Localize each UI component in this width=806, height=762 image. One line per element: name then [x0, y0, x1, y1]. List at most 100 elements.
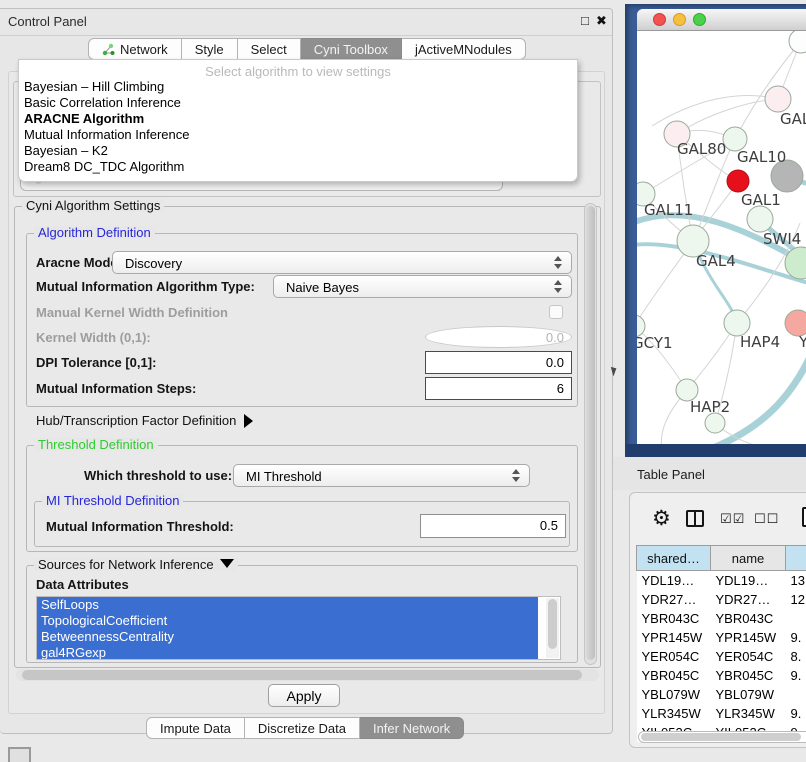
settings-vertical-scrollbar[interactable] — [584, 203, 597, 665]
table-cell: 12 — [786, 590, 806, 609]
network-graph[interactable]: GALGAL80GAL10GAL1GAL11SWI4GAL4GCY1HAP4YH… — [637, 31, 806, 445]
mi-type-combobox[interactable]: Naive Bayes — [273, 275, 572, 298]
node-label: HAP4 — [740, 333, 780, 351]
select-all-checkboxes-icon[interactable]: ☑☑ — [720, 511, 745, 527]
tab-jactivemnodules[interactable]: jActiveMNodules — [402, 38, 526, 60]
kernel-width-field[interactable]: 0.0 — [425, 326, 572, 348]
table-row[interactable]: YBL079WYBL079W — [637, 685, 806, 704]
table-cell — [786, 609, 806, 628]
table-cell: YDR27… — [711, 590, 786, 609]
mi-steps-label: Mutual Information Steps: — [36, 381, 196, 396]
table-row[interactable]: YLR345WYLR345W9. — [637, 704, 806, 723]
bottom-tab-impute-data[interactable]: Impute Data — [146, 717, 245, 739]
network-edge[interactable] — [677, 99, 778, 134]
attribute-item[interactable]: SelfLoops — [37, 597, 538, 613]
settings-vertical-thumb[interactable] — [586, 206, 595, 660]
screen: Control Panel □ ✖ gal-filtered sif defau… — [0, 0, 806, 762]
gear-icon[interactable]: ⚙ — [652, 508, 671, 529]
table-row[interactable]: YDR27…YDR27…12 — [637, 590, 806, 609]
sources-title[interactable]: Sources for Network Inference — [34, 558, 238, 571]
data-attributes-list[interactable]: SelfLoopsTopologicalCoefficientBetweenne… — [36, 596, 561, 660]
control-panel-tabs: NetworkStyleSelectCyni ToolboxjActiveMNo… — [88, 38, 526, 60]
dpi-tolerance-field[interactable]: 0.0 — [425, 351, 572, 374]
deselect-all-checkboxes-icon[interactable]: ☐☐ — [754, 511, 779, 527]
algorithm-dropdown-popup: Select algorithm to view settings Bayesi… — [18, 59, 578, 182]
mi-threshold-label: Mutual Information Threshold: — [46, 519, 234, 534]
dpi-tolerance-value: 0.0 — [546, 355, 564, 370]
table-scrollbar-thumb[interactable] — [641, 733, 801, 741]
tab-network[interactable]: Network — [88, 38, 182, 60]
bottom-tab-infer-network[interactable]: Infer Network — [360, 717, 464, 739]
which-threshold-value: MI Threshold — [246, 469, 322, 484]
table-row[interactable]: YER054CYER054C8. — [637, 647, 806, 666]
aracne-mode-combobox[interactable]: Discovery — [112, 251, 572, 274]
table-horizontal-scrollbar[interactable] — [638, 731, 806, 743]
table-row[interactable]: YPR145WYPR145W9. — [637, 628, 806, 647]
manual-kernel-checkbox[interactable] — [549, 305, 563, 319]
network-node[interactable] — [727, 170, 749, 192]
apply-button[interactable]: Apply — [268, 684, 340, 707]
bottom-tab-discretize-data[interactable]: Discretize Data — [245, 717, 360, 739]
table-cell: YPR145W — [711, 628, 786, 647]
document-icon[interactable] — [802, 507, 806, 527]
attribute-item[interactable]: BetweennessCentrality — [37, 629, 538, 645]
bottom-tabs: Impute DataDiscretize DataInfer Network — [146, 717, 464, 739]
tab-cyni-toolbox[interactable]: Cyni Toolbox — [301, 38, 402, 60]
table-cell: YBL079W — [637, 685, 711, 704]
hub-definition-expander[interactable]: Hub/Transcription Factor Definition — [36, 413, 253, 428]
table-cell: YBR043C — [637, 609, 711, 628]
column-header-1[interactable]: shared… — [637, 546, 711, 571]
table-row[interactable]: YBR045CYBR045C9. — [637, 666, 806, 685]
column-header-2[interactable]: name — [711, 546, 786, 571]
close-icon[interactable]: ✖ — [596, 13, 607, 29]
tab-select[interactable]: Select — [238, 38, 301, 60]
table-cell: YBR045C — [711, 666, 786, 685]
algorithm-option[interactable]: Bayesian – K2 — [19, 143, 577, 159]
mi-threshold-field[interactable]: 0.5 — [420, 514, 566, 538]
table-cell: YDL19… — [711, 571, 786, 591]
table-panel-header: Table Panel — [613, 457, 806, 490]
table-row[interactable]: YBR043CYBR043C — [637, 609, 806, 628]
algorithm-option[interactable]: Mutual Information Inference — [19, 127, 577, 143]
network-node[interactable] — [747, 206, 773, 232]
algorithm-option[interactable]: Bayesian – Hill Climbing — [19, 79, 577, 95]
close-traffic-light-icon[interactable] — [653, 13, 666, 26]
node-table[interactable]: shared…nameA YDL19…YDL19…13YDR27…YDR27…1… — [636, 545, 806, 742]
collapse-arrow-icon — [220, 559, 234, 568]
settings-horizontal-thumb[interactable] — [22, 670, 582, 680]
dpi-tolerance-label: DPI Tolerance [0,1]: — [36, 355, 156, 370]
which-threshold-combobox[interactable]: MI Threshold — [233, 464, 530, 487]
table-row[interactable]: YDL19…YDL19…13 — [637, 571, 806, 591]
minimized-panel-icon[interactable] — [8, 747, 31, 762]
columns-icon[interactable] — [686, 510, 704, 527]
network-node[interactable] — [789, 31, 806, 53]
node-label: Y — [798, 333, 806, 351]
table-cell: 9. — [786, 704, 806, 723]
settings-horizontal-scrollbar[interactable] — [16, 669, 599, 681]
node-label: GCY1 — [637, 334, 673, 352]
float-window-icon[interactable]: □ — [581, 13, 589, 28]
table-panel-title: Table Panel — [637, 467, 705, 482]
minimize-traffic-light-icon[interactable] — [673, 13, 686, 26]
node-label: GAL1 — [741, 191, 781, 209]
tab-style[interactable]: Style — [182, 38, 238, 60]
attribute-item[interactable]: TopologicalCoefficient — [37, 613, 538, 629]
mi-type-value: Naive Bayes — [286, 280, 359, 295]
table-cell: YDL19… — [637, 571, 711, 591]
attributes-scrollbar[interactable] — [546, 598, 559, 658]
column-header-3[interactable]: A — [786, 546, 806, 571]
network-node[interactable] — [765, 86, 791, 112]
network-edge[interactable] — [652, 95, 778, 126]
algorithm-option[interactable]: Basic Correlation Inference — [19, 95, 577, 111]
table-cell: 13 — [786, 571, 806, 591]
network-window-titlebar[interactable] — [637, 9, 806, 31]
mi-steps-field[interactable]: 6 — [425, 377, 572, 400]
algorithm-option[interactable]: ARACNE Algorithm — [19, 111, 577, 127]
attribute-item[interactable]: gal4RGexp — [37, 645, 538, 660]
node-label: GAL80 — [677, 140, 726, 158]
table-cell: 8. — [786, 647, 806, 666]
algorithm-option[interactable]: Dream8 DC_TDC Algorithm — [19, 159, 577, 175]
network-node[interactable] — [705, 413, 725, 433]
zoom-traffic-light-icon[interactable] — [693, 13, 706, 26]
attributes-scrollbar-thumb[interactable] — [548, 599, 557, 649]
